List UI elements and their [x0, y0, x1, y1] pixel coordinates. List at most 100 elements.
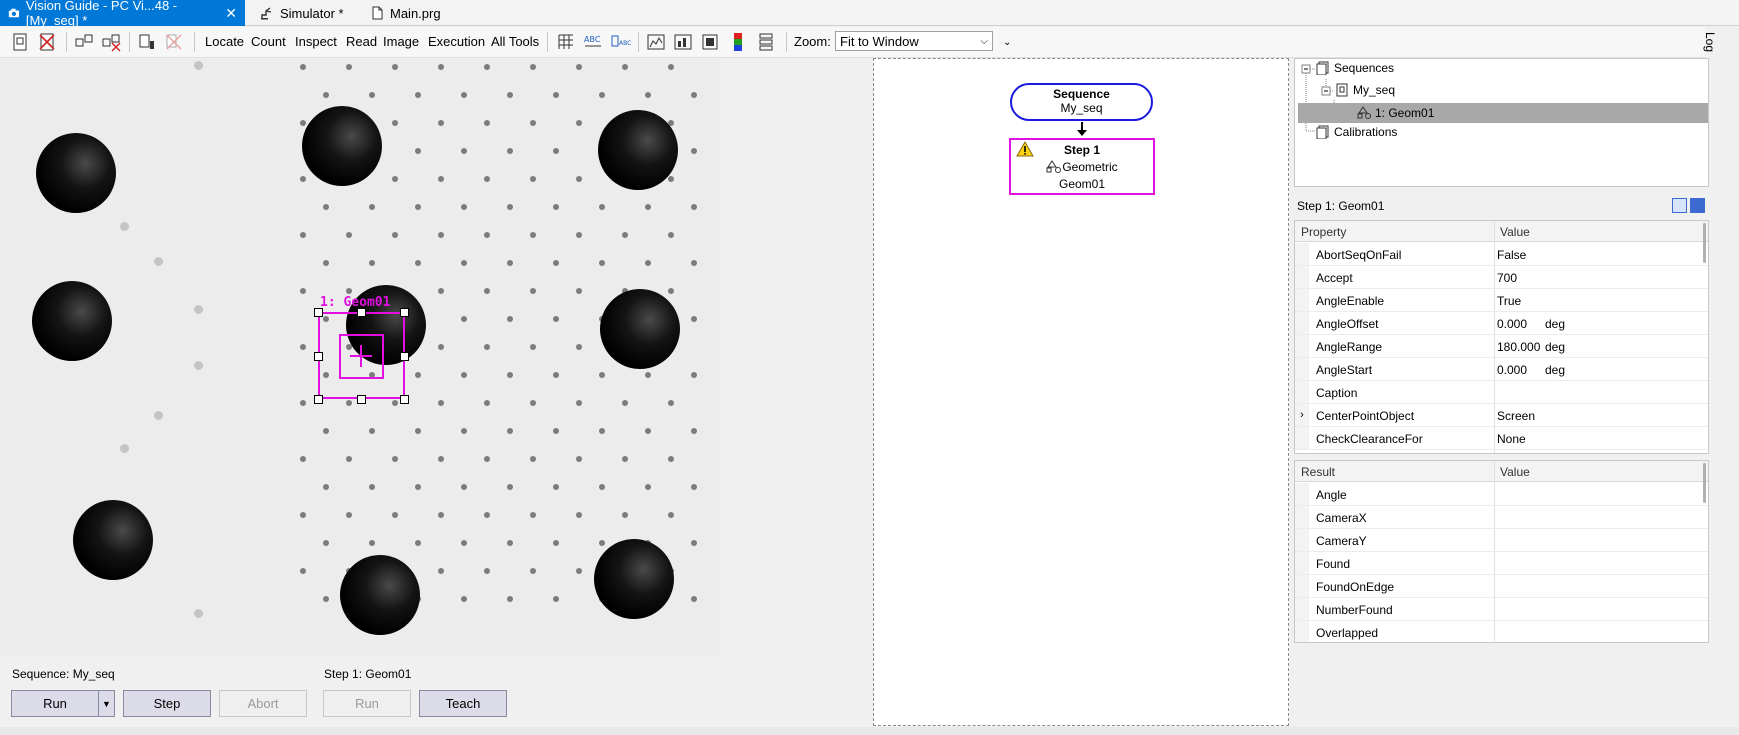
toolbar-separator [66, 32, 67, 52]
run-options-dropdown[interactable]: ▼ [98, 690, 115, 717]
result-grid-header: Result Value [1295, 461, 1708, 482]
tree-item-geom01[interactable]: 1: Geom01 [1298, 103, 1708, 123]
tree-item-my-seq[interactable]: My_seq [1335, 83, 1395, 97]
delete-object-icon[interactable] [100, 31, 122, 53]
calibration-dot [530, 512, 536, 518]
film-icon[interactable] [699, 31, 721, 53]
property-row[interactable]: Accept 700 [1295, 266, 1708, 289]
property-name: AbortSeqOnFail [1316, 248, 1402, 262]
property-value[interactable]: False [1497, 248, 1526, 262]
calibration-dot [553, 484, 559, 490]
calibration-dot [530, 288, 536, 294]
menu-count[interactable]: Count [251, 34, 286, 49]
property-row[interactable]: Caption [1295, 381, 1708, 404]
resize-handle[interactable] [400, 352, 409, 361]
tree-item-calibrations[interactable]: Calibrations [1316, 125, 1397, 139]
resize-handle[interactable] [314, 352, 323, 361]
tab-simulator[interactable]: Simulator * [252, 0, 352, 26]
result-name: Angle [1316, 488, 1347, 502]
menu-image[interactable]: Image [383, 34, 419, 49]
calibration-dot [507, 484, 513, 490]
row-gutter [1295, 427, 1309, 449]
grid-icon[interactable] [555, 31, 577, 53]
tab-main-prg[interactable]: Main.prg [362, 0, 449, 26]
side-tab-log[interactable]: Log [1703, 28, 1739, 58]
property-value[interactable]: 700 [1497, 271, 1517, 285]
resize-handle[interactable] [314, 308, 323, 317]
result-row[interactable]: Angle [1295, 483, 1708, 506]
run-step-button[interactable]: Run [323, 690, 411, 717]
resize-handle[interactable] [357, 395, 366, 404]
calibration-dot [369, 92, 375, 98]
color-icon[interactable] [727, 31, 749, 53]
property-value[interactable]: None [1497, 432, 1526, 446]
property-value[interactable]: True [1497, 294, 1521, 308]
calibration-dot [300, 456, 306, 462]
tab-vision-guide[interactable]: Vision Guide - PC Vi...48 - [My_seq] * ✕ [0, 0, 245, 28]
tree-item-sequences[interactable]: Sequences [1316, 61, 1394, 75]
menu-locate[interactable]: Locate [205, 34, 244, 49]
calibration-dot [691, 316, 697, 322]
calibration-dot [645, 260, 651, 266]
result-row[interactable]: Found [1295, 552, 1708, 575]
calibration-dot [392, 456, 398, 462]
result-row[interactable]: Overlapped [1295, 621, 1708, 642]
ocr-icon[interactable]: ABC [609, 31, 631, 53]
result-row[interactable]: CameraY [1295, 529, 1708, 552]
abc-icon[interactable]: ABC [582, 31, 604, 53]
list-icon[interactable] [755, 31, 777, 53]
results-view-button[interactable] [1690, 198, 1705, 213]
flowchart-sequence-node[interactable]: Sequence My_seq [1010, 83, 1153, 121]
property-unit: deg [1545, 340, 1566, 354]
result-row[interactable]: NumberFound [1295, 598, 1708, 621]
calibration-dot [461, 484, 467, 490]
property-value[interactable]: 0.000 [1497, 363, 1527, 377]
calibration-dot [484, 232, 490, 238]
calibration-dot [194, 361, 203, 370]
calibration-dot [438, 400, 444, 406]
calibration-dot [645, 92, 651, 98]
delete-sequence-icon[interactable] [36, 31, 58, 53]
property-value[interactable]: 0.000 [1497, 317, 1527, 331]
resize-handle[interactable] [314, 395, 323, 404]
property-row[interactable]: AngleOffset 0.000 deg [1295, 312, 1708, 335]
property-row[interactable]: AbortSeqOnFail False [1295, 243, 1708, 266]
new-sequence-icon[interactable] [9, 31, 31, 53]
expand-chevron-icon[interactable]: › [1295, 404, 1309, 426]
menu-execution[interactable]: Execution [428, 34, 485, 49]
result-name: FoundOnEdge [1316, 580, 1395, 594]
property-name: Accept [1316, 271, 1353, 285]
zoom-select[interactable]: Fit to Window ⌵ [835, 31, 993, 51]
properties-view-button[interactable] [1672, 198, 1687, 213]
property-row[interactable]: CheckClearanceFor None [1295, 427, 1708, 450]
new-calibration-icon[interactable] [136, 31, 158, 53]
result-row[interactable]: CameraX [1295, 506, 1708, 529]
property-row[interactable]: AngleStart 0.000 deg [1295, 358, 1708, 381]
property-row[interactable]: › CenterPointObject Screen [1295, 404, 1708, 427]
property-value[interactable]: Screen [1497, 409, 1535, 423]
histogram-icon[interactable] [645, 31, 667, 53]
calibration-dot [484, 456, 490, 462]
new-object-icon[interactable] [73, 31, 95, 53]
resize-handle[interactable] [400, 308, 409, 317]
property-row[interactable]: AngleRange 180.000 deg [1295, 335, 1708, 358]
row-gutter [1295, 266, 1309, 288]
resize-handle[interactable] [357, 308, 366, 317]
calibration-dot [553, 204, 559, 210]
property-value[interactable]: 180.000 [1497, 340, 1540, 354]
step-button[interactable]: Step [123, 690, 211, 717]
result-row[interactable]: FoundOnEdge [1295, 575, 1708, 598]
toolbar-overflow-icon[interactable]: ⌄ [1003, 37, 1011, 48]
calibration-dot [668, 512, 674, 518]
sequence-tree: Sequences My_seq 1: Geom01 Calibrations [1294, 58, 1709, 187]
menu-all-tools[interactable]: All Tools [491, 34, 539, 49]
menu-read[interactable]: Read [346, 34, 377, 49]
resize-handle[interactable] [400, 395, 409, 404]
close-icon[interactable]: ✕ [225, 5, 237, 22]
statistics-icon[interactable] [672, 31, 694, 53]
property-row[interactable]: AngleEnable True [1295, 289, 1708, 312]
run-sequence-button[interactable]: Run [11, 690, 99, 717]
teach-button[interactable]: Teach [419, 690, 507, 717]
abort-button[interactable]: Abort [219, 690, 307, 717]
menu-inspect[interactable]: Inspect [295, 34, 337, 49]
